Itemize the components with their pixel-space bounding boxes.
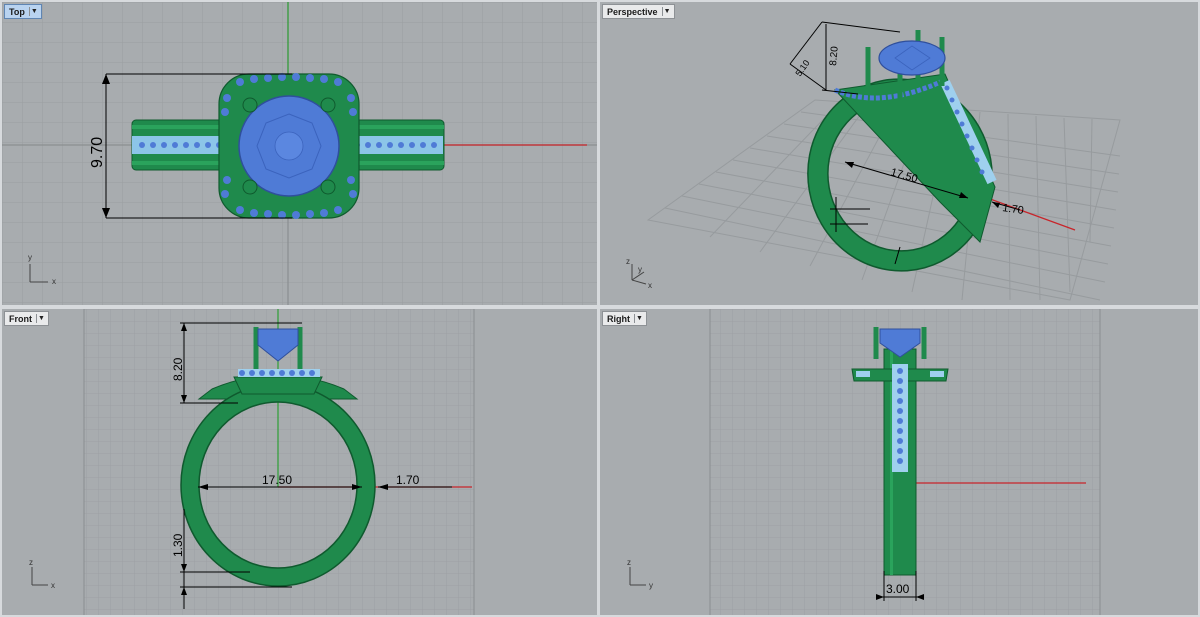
viewport-right[interactable]: Right ▼ 3.00 z y bbox=[600, 309, 1198, 615]
svg-text:z: z bbox=[29, 558, 33, 567]
svg-text:1.70: 1.70 bbox=[396, 473, 420, 487]
viewport-tab-right[interactable]: Right ▼ bbox=[602, 311, 647, 326]
viewport-title: Front bbox=[9, 313, 32, 324]
viewport-front[interactable]: Front ▼ 8.20 17.50 1.70 1.30 z x bbox=[2, 309, 597, 615]
viewport-tab-perspective[interactable]: Perspective ▼ bbox=[602, 4, 675, 19]
top-canvas: 9.70 y x bbox=[2, 2, 597, 305]
svg-text:17.50: 17.50 bbox=[262, 473, 292, 487]
svg-text:x: x bbox=[52, 277, 56, 286]
svg-text:x: x bbox=[51, 581, 55, 590]
viewport-perspective[interactable]: Perspective ▼ 8.20 5.10 17.50 1.70 z y x bbox=[600, 2, 1198, 305]
svg-text:y: y bbox=[638, 265, 642, 274]
right-canvas: 3.00 z y bbox=[600, 309, 1198, 615]
svg-text:z: z bbox=[626, 257, 630, 266]
svg-text:1.30: 1.30 bbox=[171, 533, 185, 557]
chevron-down-icon[interactable]: ▼ bbox=[634, 314, 644, 323]
viewport-top[interactable]: Top ▼ 9.70 y x bbox=[2, 2, 597, 305]
svg-text:3.00: 3.00 bbox=[886, 582, 910, 596]
dimension-label: 9.70 bbox=[89, 137, 106, 168]
viewport-title: Perspective bbox=[607, 6, 658, 17]
viewport-title: Top bbox=[9, 6, 25, 17]
svg-text:8.20: 8.20 bbox=[828, 45, 841, 66]
viewport-title: Right bbox=[607, 313, 630, 324]
svg-text:x: x bbox=[648, 281, 652, 290]
viewport-tab-top[interactable]: Top ▼ bbox=[4, 4, 42, 19]
front-canvas: 8.20 17.50 1.70 1.30 z x bbox=[2, 309, 597, 615]
chevron-down-icon[interactable]: ▼ bbox=[661, 7, 672, 16]
viewport-tab-front[interactable]: Front ▼ bbox=[4, 311, 49, 326]
svg-text:y: y bbox=[28, 253, 32, 262]
svg-text:8.20: 8.20 bbox=[171, 357, 185, 381]
perspective-canvas: 8.20 5.10 17.50 1.70 z y x bbox=[600, 2, 1198, 305]
chevron-down-icon[interactable]: ▼ bbox=[36, 314, 46, 323]
svg-text:z: z bbox=[627, 558, 631, 567]
chevron-down-icon[interactable]: ▼ bbox=[28, 7, 39, 16]
svg-text:y: y bbox=[649, 581, 653, 590]
